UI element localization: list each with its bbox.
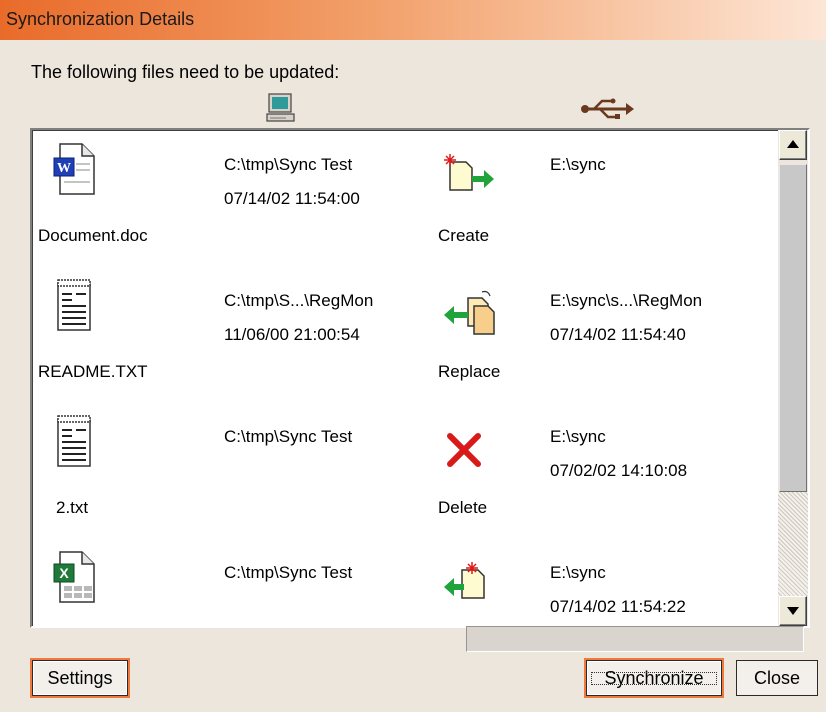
excel-spreadsheet-icon: X	[53, 551, 95, 603]
synchronize-button-label: Synchronize	[587, 668, 721, 689]
destination-info: E:\sync\s...\RegMon 07/14/02 11:54:40	[550, 284, 702, 352]
close-button[interactable]: Close	[736, 660, 818, 696]
source-time: 07/14/02 11:54:00	[224, 189, 360, 208]
list-item[interactable]: W Document.doc C:\tmp\Sync Test 07/14/02…	[32, 130, 774, 266]
source-info: C:\tmp\Sync Test	[224, 556, 352, 590]
close-button-label: Close	[753, 667, 801, 688]
text-file-icon	[57, 279, 91, 331]
source-info: C:\tmp\S...\RegMon 11/06/00 21:00:54	[224, 284, 373, 352]
replace-arrow-left-icon	[444, 290, 495, 335]
destination-path: E:\sync	[550, 427, 606, 446]
destination-info: E:\sync 07/02/02 14:10:08	[550, 420, 687, 488]
destination-path: E:\sync	[550, 155, 606, 174]
list-item[interactable]: 2.txt C:\tmp\Sync Test Delete E:\sync 07…	[32, 402, 774, 538]
destination-path: E:\sync\s...\RegMon	[550, 291, 703, 310]
computer-icon	[266, 93, 295, 122]
destination-info: E:\sync	[550, 148, 606, 182]
file-name: Document.doc	[38, 226, 148, 245]
action-label: Replace	[438, 362, 501, 381]
destination-time: 07/14/02 11:54:40	[550, 325, 686, 344]
sync-details-window: Synchronization Details The following fi…	[0, 0, 830, 716]
file-list[interactable]: W Document.doc C:\tmp\Sync Test 07/14/02…	[30, 128, 810, 628]
source-info: C:\tmp\Sync Test 07/14/02 11:54:00	[224, 148, 360, 216]
text-file-icon	[57, 415, 91, 467]
create-arrow-left-icon	[444, 562, 485, 599]
svg-text:W: W	[57, 161, 71, 176]
scroll-down-button[interactable]	[779, 596, 807, 626]
action-label: Delete	[438, 498, 488, 517]
settings-button[interactable]: Settings	[32, 660, 128, 696]
scroll-up-button[interactable]	[779, 130, 807, 160]
destination-time: 07/14/02 11:54:22	[550, 597, 686, 616]
destination-info: E:\sync 07/14/02 11:54:22	[550, 556, 686, 624]
source-info: C:\tmp\Sync Test	[224, 420, 352, 454]
progress-bar	[466, 626, 804, 652]
create-arrow-right-icon	[444, 154, 494, 191]
delete-x-icon	[447, 433, 481, 467]
destination-path: E:\sync	[550, 563, 606, 582]
window-title: Synchronization Details	[6, 9, 195, 29]
arrow-down-icon	[787, 607, 799, 615]
source-path: C:\tmp\S...\RegMon	[224, 291, 374, 310]
vertical-scrollbar[interactable]	[778, 130, 808, 626]
action-label: Create	[438, 226, 490, 245]
destination-time: 07/02/02 14:10:08	[550, 461, 688, 480]
synchronize-button[interactable]: Synchronize	[586, 660, 722, 696]
usb-icon	[581, 98, 634, 119]
instruction-text: The following files need to be updated:	[31, 62, 340, 82]
word-document-icon: W	[53, 143, 95, 195]
list-item[interactable]: README.TXT C:\tmp\S...\RegMon 11/06/00 2…	[32, 266, 774, 402]
scroll-thumb[interactable]	[779, 164, 807, 492]
file-name: 2.txt	[56, 498, 89, 517]
source-path: C:\tmp\Sync Test	[224, 563, 353, 582]
arrow-up-icon	[787, 140, 799, 148]
svg-text:X: X	[59, 565, 69, 581]
title-bar[interactable]: Synchronization Details	[0, 0, 826, 40]
scroll-track[interactable]	[778, 492, 808, 596]
source-path: C:\tmp\Sync Test	[224, 427, 353, 446]
source-time: 11/06/00 21:00:54	[224, 325, 360, 344]
settings-button-label: Settings	[47, 667, 113, 688]
source-path: C:\tmp\Sync Test	[224, 155, 353, 174]
file-name: README.TXT	[38, 362, 148, 381]
list-item[interactable]: X C:\tmp\Sync Test E:\sync 07/14/02 11:5…	[32, 538, 774, 626]
